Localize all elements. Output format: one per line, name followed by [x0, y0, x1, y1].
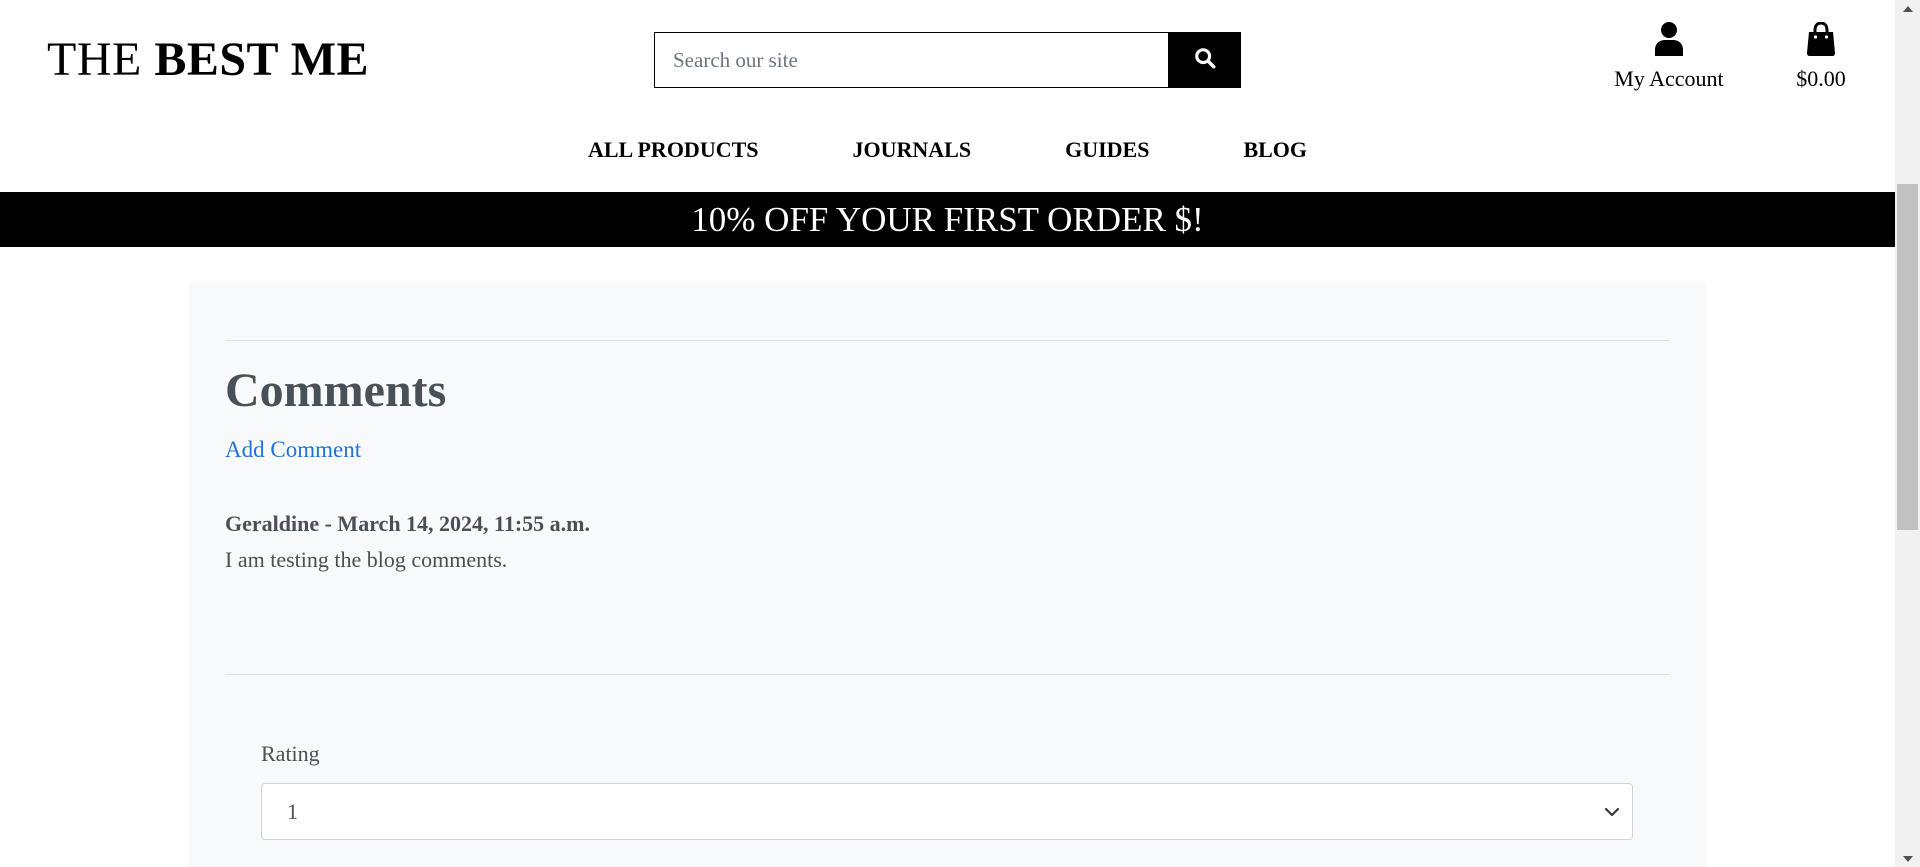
chevron-down-icon [1604, 804, 1620, 825]
scroll-down-arrow-icon[interactable] [1895, 850, 1920, 867]
logo-text-light: THE [47, 33, 155, 86]
search-icon [1194, 47, 1216, 74]
comments-card: Comments Add Comment Geraldine - March 1… [189, 281, 1706, 867]
page-viewport: THE BEST ME My Account [0, 0, 1895, 867]
my-account-link[interactable]: My Account [1608, 22, 1730, 92]
search-input[interactable] [654, 32, 1168, 88]
shopping-bag-icon [1790, 21, 1852, 62]
comments-heading: Comments [225, 364, 447, 417]
logo-text-bold: BEST ME [154, 33, 370, 86]
rating-selected-value: 1 [287, 799, 298, 824]
site-logo[interactable]: THE BEST ME [47, 30, 369, 90]
cart-total: $0.00 [1796, 66, 1846, 91]
search-button[interactable] [1168, 32, 1241, 88]
nav-item-blog[interactable]: BLOG [1243, 135, 1307, 165]
my-account-label: My Account [1614, 66, 1724, 91]
add-comment-link[interactable]: Add Comment [225, 435, 361, 465]
search-form [654, 32, 1241, 88]
nav-item-guides[interactable]: GUIDES [1065, 135, 1149, 165]
rating-select[interactable]: 1 [261, 783, 1633, 840]
nav-item-journals[interactable]: JOURNALS [853, 135, 972, 165]
scroll-up-arrow-icon[interactable] [1895, 0, 1920, 17]
page-scrollbar[interactable] [1895, 0, 1920, 867]
divider-bottom [225, 674, 1670, 675]
rating-label: Rating [261, 741, 320, 766]
scrollbar-thumb[interactable] [1897, 184, 1918, 530]
nav-item-all-products[interactable]: ALL PRODUCTS [588, 135, 759, 165]
divider-top [225, 340, 1670, 341]
main-nav: ALL PRODUCTS JOURNALS GUIDES BLOG [0, 135, 1895, 165]
user-icon [1608, 22, 1730, 62]
promo-banner: 10% OFF YOUR FIRST ORDER $! [0, 192, 1895, 247]
cart-link[interactable]: $0.00 [1790, 21, 1852, 92]
comment-text: I am testing the blog comments. [225, 547, 508, 572]
comment-author-date: Geraldine - March 14, 2024, 11:55 a.m. [225, 511, 590, 536]
